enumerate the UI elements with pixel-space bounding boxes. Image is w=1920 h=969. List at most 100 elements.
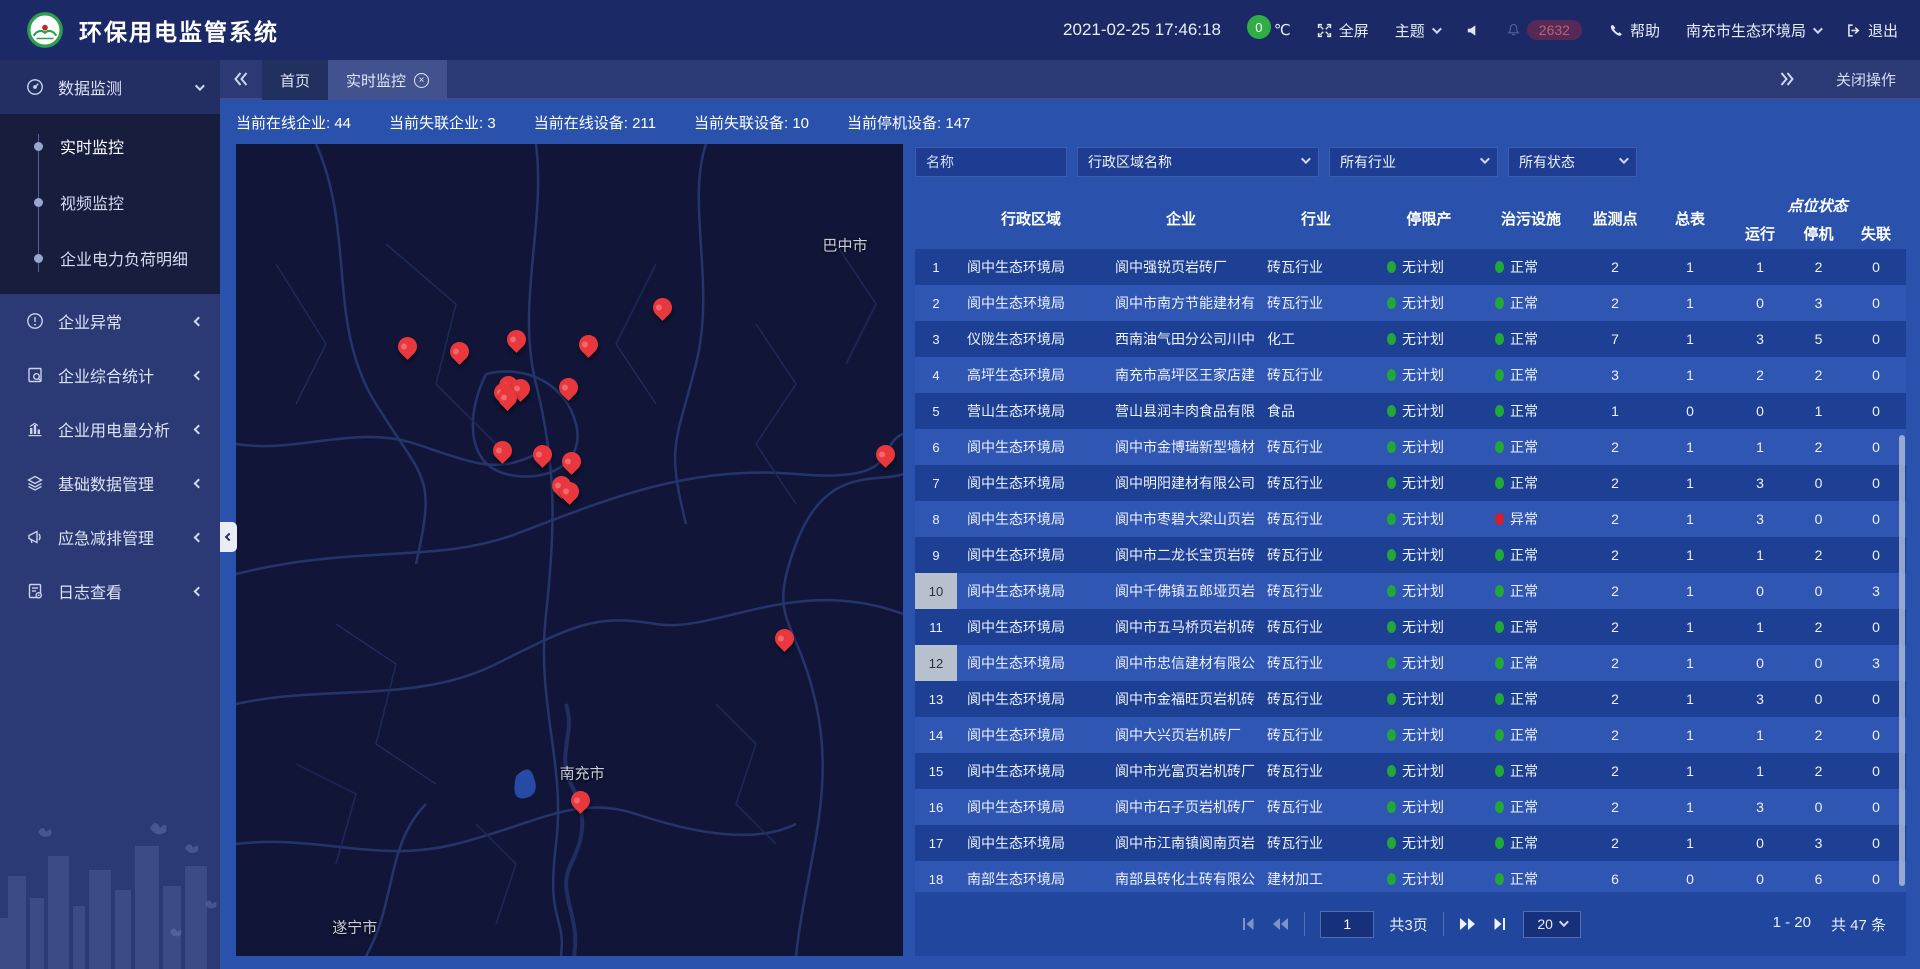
industry-filter-select[interactable]: 所有行业 [1329, 147, 1498, 177]
row-number: 10 [915, 573, 957, 609]
theme-menu[interactable]: 主题 [1395, 20, 1439, 41]
double-chevron-right-icon [1779, 72, 1795, 86]
page-number-input[interactable] [1320, 911, 1374, 938]
status-dot-icon [1387, 369, 1396, 381]
alert-icon [26, 312, 44, 330]
table-row[interactable]: 8 阆中生态环境局 阆中市枣碧大梁山页岩 砖瓦行业 无计划 异常 2 1 3 0… [915, 501, 1906, 537]
cell-industry: 砖瓦行业 [1257, 581, 1375, 601]
sidebar-item-logs[interactable]: 日志查看 [0, 564, 220, 618]
region-filter-select[interactable]: 行政区域名称 [1077, 147, 1319, 177]
sidebar-subitem[interactable]: 视频监控 [0, 174, 220, 230]
cell-monitor-points: 1 [1579, 403, 1651, 419]
table-row[interactable]: 9 阆中生态环境局 阆中市二龙长宝页岩砖 砖瓦行业 无计划 正常 2 1 1 2… [915, 537, 1906, 573]
table-scrollbar[interactable] [1898, 249, 1906, 892]
filter-bar: 行政区域名称 所有行业 所有状态 [915, 147, 1906, 177]
cell-meters: 1 [1651, 619, 1729, 635]
table-row[interactable]: 13 阆中生态环境局 阆中市金福旺页岩机砖 砖瓦行业 无计划 正常 2 1 3 … [915, 681, 1906, 717]
table-row[interactable]: 10 阆中生态环境局 阆中千佛镇五郎垭页岩 砖瓦行业 无计划 正常 2 1 0 … [915, 573, 1906, 609]
cell-monitor-points: 2 [1579, 259, 1651, 275]
column-header[interactable]: 治污设施 [1483, 187, 1579, 249]
table-row[interactable]: 14 阆中生态环境局 阆中大兴页岩机砖厂 砖瓦行业 无计划 正常 2 1 1 2… [915, 717, 1906, 753]
sidebar-item-company-abnormal[interactable]: 企业异常 [0, 294, 220, 348]
cell-offline: 0 [1846, 295, 1906, 311]
cell-industry: 建材加工 [1257, 869, 1375, 889]
sidebar-item-data-monitor[interactable]: 数据监测 [0, 60, 220, 114]
table-row[interactable]: 1 阆中生态环境局 阆中强锐页岩砖厂 砖瓦行业 无计划 正常 2 1 1 2 0 [915, 249, 1906, 285]
double-chevron-left-icon [233, 72, 249, 86]
column-subheader[interactable]: 停机 [1791, 218, 1846, 249]
help-button[interactable]: 帮助 [1608, 20, 1660, 41]
table-row[interactable]: 18 南部生态环境局 南部县砖化土砖有限公 建材加工 无计划 正常 6 0 0 … [915, 861, 1906, 892]
cell-stopped: 2 [1791, 619, 1846, 635]
app-logo-icon [26, 11, 64, 49]
cell-facility-status: 正常 [1483, 761, 1579, 781]
column-header[interactable]: 监测点 [1579, 187, 1651, 249]
cell-meters: 1 [1651, 691, 1729, 707]
sidebar-item-power-analysis[interactable]: 企业用电量分析 [0, 402, 220, 456]
table-row[interactable]: 4 高坪生态环境局 南充市高坪区王家店建 砖瓦行业 无计划 正常 3 1 2 2… [915, 357, 1906, 393]
column-subheader[interactable]: 运行 [1729, 218, 1791, 249]
table-row[interactable]: 6 阆中生态环境局 阆中市金博瑞新型墙材 砖瓦行业 无计划 正常 2 1 1 2… [915, 429, 1906, 465]
sidebar-item-emergency[interactable]: 应急减排管理 [0, 510, 220, 564]
cell-region: 阆中生态环境局 [957, 689, 1105, 709]
sidebar-item-company-stats[interactable]: 企业综合统计 [0, 348, 220, 402]
status-dot-icon [1387, 333, 1396, 345]
cell-industry: 砖瓦行业 [1257, 833, 1375, 853]
cell-facility-status: 正常 [1483, 725, 1579, 745]
column-subheader[interactable]: 失联 [1846, 218, 1906, 249]
next-page-button[interactable] [1459, 917, 1477, 931]
table-row[interactable]: 2 阆中生态环境局 阆中市南方节能建材有 砖瓦行业 无计划 正常 2 1 0 3… [915, 285, 1906, 321]
row-number: 5 [915, 393, 957, 429]
cell-stop-status: 无计划 [1375, 725, 1483, 745]
tab-close-icon[interactable]: × [414, 73, 429, 88]
table-row[interactable]: 7 阆中生态环境局 阆中明阳建材有限公司 砖瓦行业 无计划 正常 2 1 3 0… [915, 465, 1906, 501]
total-pages-label: 共3页 [1389, 914, 1427, 935]
cell-industry: 砖瓦行业 [1257, 761, 1375, 781]
sidebar-collapse-toggle[interactable] [220, 522, 237, 552]
cell-company: 阆中市五马桥页岩机砖 [1105, 617, 1257, 637]
tabs-scroll-left-button[interactable] [220, 60, 262, 98]
sidebar-subitem[interactable]: 实时监控 [0, 118, 220, 174]
fullscreen-button[interactable]: 全屏 [1317, 20, 1369, 41]
column-header[interactable]: 企业 [1105, 187, 1257, 249]
cell-company: 营山县润丰肉食品有限 [1105, 401, 1257, 421]
org-menu[interactable]: 南充市生态环境局 [1686, 20, 1820, 41]
previous-page-button[interactable] [1271, 917, 1289, 931]
table-row[interactable]: 15 阆中生态环境局 阆中市光富页岩机砖厂 砖瓦行业 无计划 正常 2 1 1 … [915, 753, 1906, 789]
last-page-button[interactable] [1492, 917, 1508, 931]
page-size-select[interactable]: 20 [1523, 911, 1581, 938]
name-filter-input[interactable] [915, 147, 1067, 177]
column-header[interactable]: 行政区域 [957, 187, 1105, 249]
map-panel[interactable]: 巴中市 南充市 遂宁市 [236, 144, 903, 956]
chevron-left-icon [194, 316, 204, 326]
notifications[interactable]: 2632 [1506, 20, 1582, 40]
table-row[interactable]: 16 阆中生态环境局 阆中市石子页岩机砖厂 砖瓦行业 无计划 正常 2 1 3 … [915, 789, 1906, 825]
column-header[interactable]: 停限产 [1375, 187, 1483, 249]
sidebar-subitem[interactable]: 企业电力负荷明细 [0, 230, 220, 286]
scrollbar-thumb[interactable] [1899, 435, 1905, 885]
logout-button[interactable]: 退出 [1846, 20, 1898, 41]
tab-首页[interactable]: 首页 [262, 60, 328, 100]
cell-company: 阆中强锐页岩砖厂 [1105, 257, 1257, 277]
cell-industry: 食品 [1257, 401, 1375, 421]
temperature-badge: 0 [1247, 15, 1271, 39]
table-row[interactable]: 3 仪陇生态环境局 西南油气田分公司川中 化工 无计划 正常 7 1 3 5 0 [915, 321, 1906, 357]
stat-value: 10 [792, 115, 809, 132]
close-operations-button[interactable]: 关闭操作 [1836, 69, 1896, 90]
table-row[interactable]: 17 阆中生态环境局 阆中市江南镇阆南页岩 砖瓦行业 无计划 正常 2 1 0 … [915, 825, 1906, 861]
status-filter-select[interactable]: 所有状态 [1508, 147, 1637, 177]
column-header[interactable]: 总表 [1651, 187, 1729, 249]
cell-monitor-points: 2 [1579, 691, 1651, 707]
table-row[interactable]: 5 营山生态环境局 营山县润丰肉食品有限 食品 无计划 正常 1 0 0 1 0 [915, 393, 1906, 429]
column-header[interactable]: 行业 [1257, 187, 1375, 249]
sidebar-item-base-data[interactable]: 基础数据管理 [0, 456, 220, 510]
first-page-button[interactable] [1240, 917, 1256, 931]
tabs-scroll-right-button[interactable] [1766, 72, 1808, 86]
tab-实时监控[interactable]: 实时监控 × [328, 60, 447, 100]
table-row[interactable]: 12 阆中生态环境局 阆中市忠信建材有限公 砖瓦行业 无计划 正常 2 1 0 … [915, 645, 1906, 681]
cell-meters: 1 [1651, 439, 1729, 455]
cell-monitor-points: 3 [1579, 367, 1651, 383]
mute-button[interactable] [1465, 23, 1480, 38]
table-row[interactable]: 11 阆中生态环境局 阆中市五马桥页岩机砖 砖瓦行业 无计划 正常 2 1 1 … [915, 609, 1906, 645]
cell-stop-status: 无计划 [1375, 509, 1483, 529]
